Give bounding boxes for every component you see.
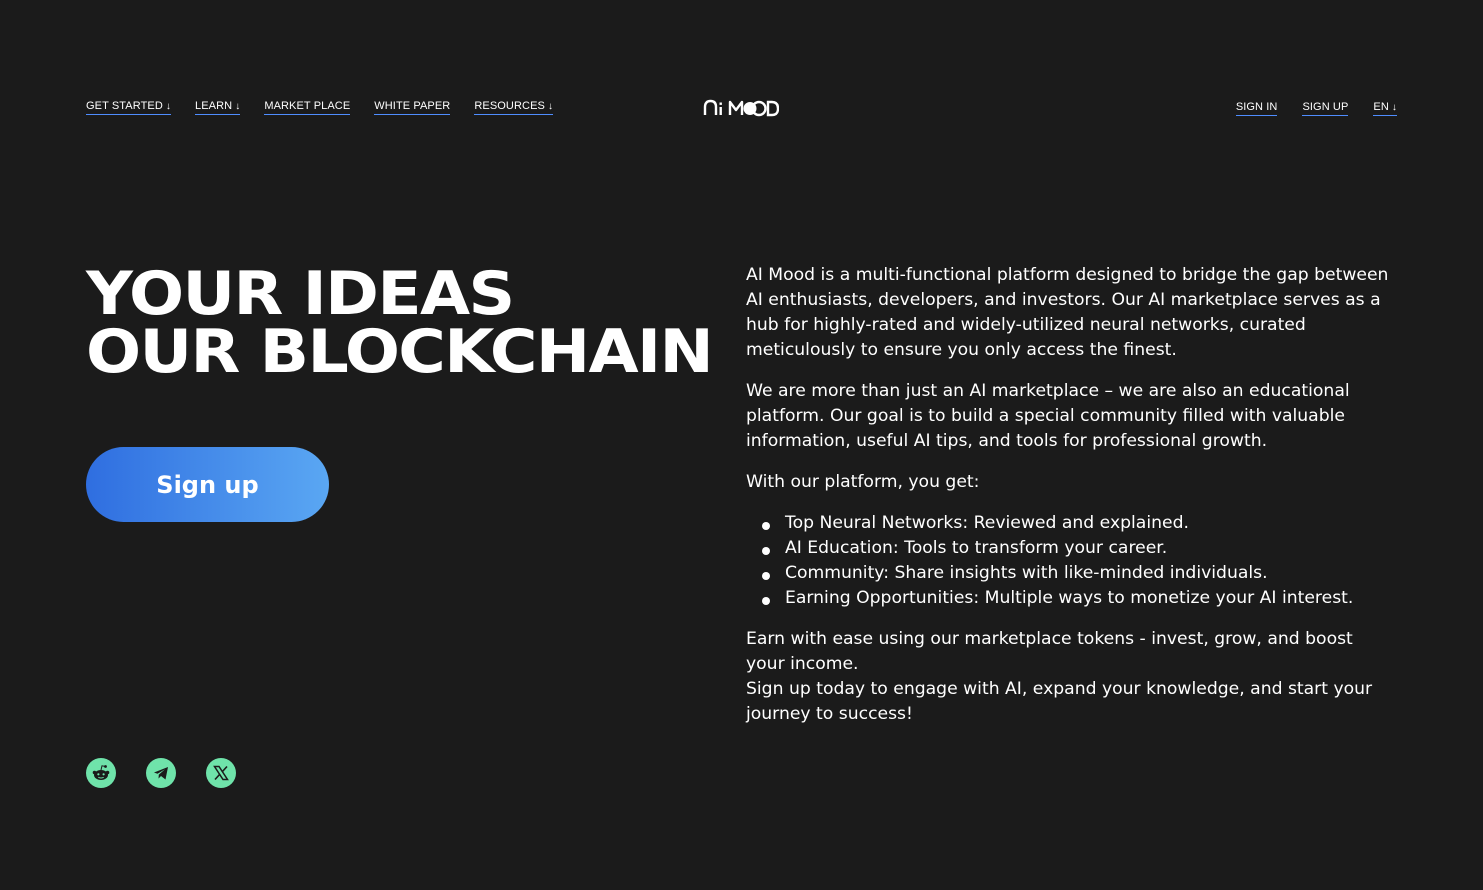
hero-title: YOUR IDEAS OUR BLOCKCHAIN (86, 259, 714, 387)
arrow-down-icon: ↓ (235, 100, 241, 112)
nav-white-paper-label: WHITE PAPER (374, 100, 451, 112)
nav-market-place-label: MARKET PLACE (264, 100, 351, 112)
benefits-list: Top Neural Networks: Reviewed and explai… (746, 511, 1396, 611)
hero-sign-up-button[interactable]: Sign up (86, 447, 329, 522)
sign-in-link[interactable]: SIGN IN (1235, 101, 1278, 116)
logo[interactable] (703, 98, 780, 118)
list-item: Top Neural Networks: Reviewed and explai… (762, 511, 1396, 536)
account-nav: SIGN IN SIGN UP EN ↓ (1211, 101, 1397, 116)
arrow-down-icon: ↓ (1391, 101, 1397, 113)
ai-mood-logo-icon (703, 99, 780, 117)
sign-up-link[interactable]: SIGN UP (1302, 101, 1349, 116)
about-paragraph-4: Earn with ease using our marketplace tok… (746, 629, 1353, 674)
social-links (86, 758, 236, 788)
sign-up-label: SIGN UP (1302, 101, 1349, 113)
about-paragraph-1: AI Mood is a multi-functional platform d… (746, 265, 1389, 360)
about-paragraph-5: Sign up today to engage with AI, expand … (746, 679, 1373, 724)
arrow-down-icon: ↓ (165, 100, 172, 112)
about-section: AI Mood is a multi-functional platform d… (746, 263, 1396, 727)
nav-market-place[interactable]: MARKET PLACE (264, 100, 351, 115)
nav-get-started-label: GET STARTED (86, 100, 163, 112)
list-item: Earning Opportunities: Multiple ways to … (762, 586, 1396, 611)
language-label: EN (1373, 101, 1389, 113)
arrow-down-icon: ↓ (547, 100, 554, 112)
nav-white-paper[interactable]: WHITE PAPER (374, 100, 451, 115)
hero-title-line1: YOUR IDEAS (86, 259, 515, 329)
nav-get-started[interactable]: GET STARTED ↓ (86, 100, 172, 115)
x-icon[interactable] (206, 758, 236, 788)
hero-title-line2: OUR BLOCKCHAIN (86, 317, 714, 387)
about-paragraph-2: We are more than just an AI marketplace … (746, 381, 1350, 451)
nav-learn[interactable]: LEARN ↓ (195, 100, 241, 115)
telegram-icon[interactable] (146, 758, 176, 788)
nav-learn-label: LEARN (195, 100, 233, 112)
about-paragraph-3: With our platform, you get: (746, 472, 980, 492)
language-selector[interactable]: EN ↓ (1373, 101, 1397, 116)
list-item: AI Education: Tools to transform your ca… (762, 536, 1396, 561)
list-item: Community: Share insights with like-mind… (762, 561, 1396, 586)
sign-in-label: SIGN IN (1235, 101, 1278, 113)
nav-resources-label: RESOURCES (474, 100, 545, 112)
main-nav: GET STARTED ↓ LEARN ↓ MARKET PLACE WHITE… (86, 100, 554, 115)
nav-resources[interactable]: RESOURCES ↓ (474, 100, 554, 115)
reddit-icon[interactable] (86, 758, 116, 788)
